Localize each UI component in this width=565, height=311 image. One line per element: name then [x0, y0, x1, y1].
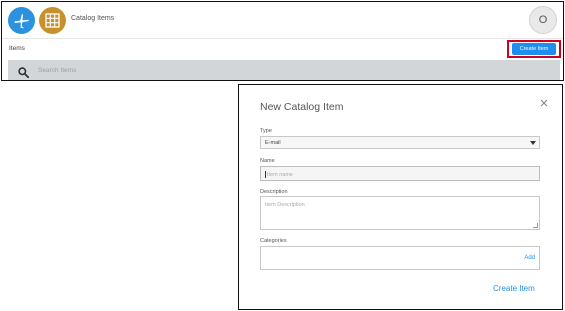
new-catalog-item-dialog: New Catalog Item Type E-mail Name Item n…	[238, 84, 563, 310]
search-icon	[18, 65, 30, 79]
search-input[interactable]: Search Items	[38, 67, 76, 74]
description-textarea[interactable]: Item Description	[260, 196, 540, 230]
name-placeholder: Item name	[267, 171, 293, 178]
name-input[interactable]: Item name	[260, 166, 540, 181]
type-select[interactable]: E-mail	[260, 136, 540, 149]
create-item-button[interactable]: Create Item	[512, 43, 556, 55]
add-category-link[interactable]: Add	[524, 255, 535, 261]
items-toolbar: Items Create Item	[2, 39, 563, 59]
search-bar[interactable]: Search Items	[8, 60, 560, 80]
categories-field[interactable]: Add	[260, 246, 540, 270]
airplane-icon[interactable]	[8, 7, 35, 34]
caret-down-icon	[530, 141, 536, 145]
text-cursor	[265, 171, 266, 178]
app-header: Catalog Items O	[2, 2, 563, 39]
create-item-link[interactable]: Create Item	[493, 284, 535, 293]
resize-handle[interactable]	[533, 223, 538, 228]
description-label: Description	[260, 189, 288, 195]
items-label: Items	[9, 45, 25, 52]
type-label: Type	[260, 128, 272, 134]
user-avatar[interactable]: O	[529, 6, 557, 34]
description-placeholder: Item Description	[265, 202, 305, 208]
close-icon[interactable]	[539, 95, 549, 107]
dialog-title: New Catalog Item	[260, 101, 344, 113]
catalog-panel: Catalog Items O Items Create Item Search…	[1, 1, 564, 81]
grid-icon[interactable]	[39, 7, 66, 34]
type-selected-value: E-mail	[265, 140, 281, 146]
page-title: Catalog Items	[71, 15, 115, 22]
categories-label: Categories	[260, 238, 287, 244]
name-label: Name	[260, 158, 275, 164]
